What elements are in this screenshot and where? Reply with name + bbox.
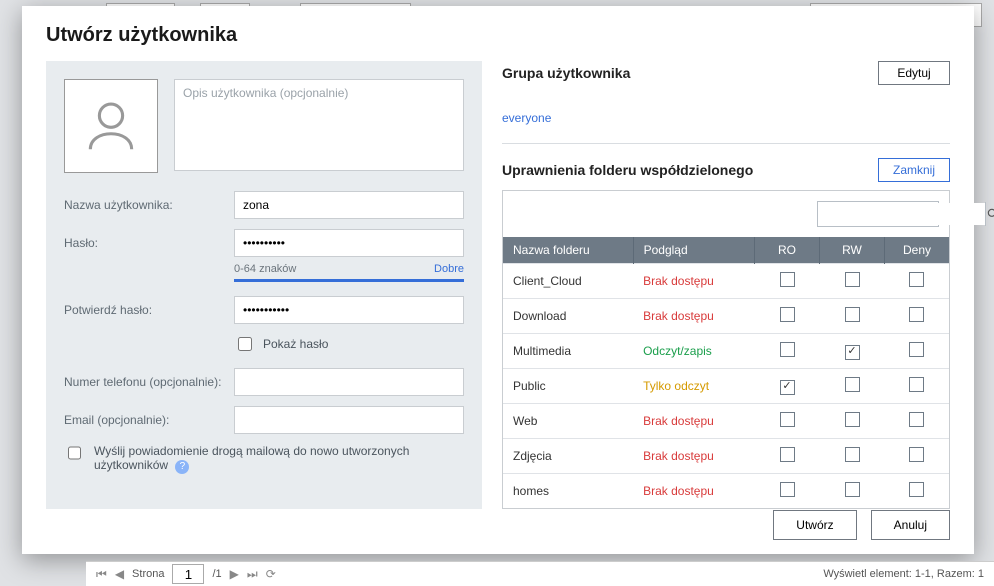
user-form-panel: Opis użytkownika (opcjonalnie) Nazwa uży… <box>46 61 482 509</box>
user-icon <box>80 95 142 157</box>
ro-checkbox[interactable] <box>780 412 795 427</box>
deny-checkbox[interactable] <box>909 412 924 427</box>
deny-checkbox[interactable] <box>909 307 924 322</box>
email-label: Email (opcjonalnie): <box>64 413 234 427</box>
folder-name: Download <box>503 299 633 334</box>
show-password-input[interactable] <box>238 337 252 351</box>
username-input[interactable] <box>234 191 464 219</box>
table-row: DownloadBrak dostępu <box>503 299 949 334</box>
folder-name: Client_Cloud <box>503 264 633 299</box>
phone-label: Numer telefonu (opcjonalnie): <box>64 375 234 389</box>
refresh-icon[interactable]: ⟳ <box>266 567 276 581</box>
deny-checkbox[interactable] <box>909 342 924 357</box>
th-rw[interactable]: RW <box>820 237 885 264</box>
th-deny[interactable]: Deny <box>885 237 950 264</box>
last-page-icon[interactable]: ⏭ <box>247 567 258 582</box>
password-input[interactable] <box>234 229 464 257</box>
create-button[interactable]: Utwórz <box>773 510 856 540</box>
edit-group-button[interactable]: Edytuj <box>878 61 950 85</box>
folder-name: homes <box>503 474 633 509</box>
table-row: WebBrak dostępu <box>503 404 949 439</box>
rw-checkbox[interactable] <box>845 447 860 462</box>
deny-checkbox[interactable] <box>909 447 924 462</box>
deny-checkbox[interactable] <box>909 377 924 392</box>
table-row: homesBrak dostępu <box>503 474 949 509</box>
close-perm-button[interactable]: Zamknij <box>878 158 950 182</box>
description-textarea[interactable]: Opis użytkownika (opcjonalnie) <box>174 79 464 171</box>
avatar-placeholder[interactable] <box>64 79 158 173</box>
rw-checkbox[interactable] <box>845 377 860 392</box>
ro-checkbox[interactable] <box>780 307 795 322</box>
footer-status: Wyświetl element: 1-1, Razem: 1 <box>823 568 984 580</box>
ro-checkbox[interactable] <box>780 272 795 287</box>
perm-status: Brak dostępu <box>633 264 754 299</box>
send-mail-label: Wyślij powiadomienie drogą mailową do no… <box>94 444 464 474</box>
divider <box>502 143 950 144</box>
table-row: Client_CloudBrak dostępu <box>503 264 949 299</box>
user-group-heading: Grupa użytkownika <box>502 65 630 81</box>
rw-checkbox[interactable] <box>845 307 860 322</box>
show-password-checkbox[interactable]: Pokaż hasło <box>234 334 464 354</box>
folder-name: Web <box>503 404 633 439</box>
group-everyone-link[interactable]: everyone <box>502 93 950 143</box>
folder-name: Multimedia <box>503 334 633 369</box>
deny-checkbox[interactable] <box>909 272 924 287</box>
table-row: PublicTylko odczyt <box>503 369 949 404</box>
first-page-icon[interactable]: ⏮ <box>96 567 107 582</box>
password-strength: Dobre <box>434 263 464 275</box>
cancel-button[interactable]: Anuluj <box>871 510 950 540</box>
page-total: /1 <box>212 568 221 580</box>
password-strength-bar <box>234 279 464 282</box>
table-row: MultimediaOdczyt/zapis <box>503 334 949 369</box>
rw-checkbox[interactable] <box>845 412 860 427</box>
th-ro[interactable]: RO <box>755 237 820 264</box>
send-mail-checkbox[interactable] <box>68 446 81 460</box>
permissions-table-container: Nazwa folderu Podgląd RO RW Deny Client_… <box>502 190 950 509</box>
background-footer: ⏮ ◀ Strona /1 ▶ ⏭ ⟳ Wyświetl element: 1-… <box>86 561 994 586</box>
perm-search-input[interactable] <box>818 203 985 225</box>
table-row: ZdjęciaBrak dostępu <box>503 439 949 474</box>
prev-page-icon[interactable]: ◀ <box>115 567 124 581</box>
ro-checkbox[interactable] <box>780 447 795 462</box>
help-icon[interactable]: ? <box>175 460 189 474</box>
folder-name: Zdjęcia <box>503 439 633 474</box>
phone-input[interactable] <box>234 368 464 396</box>
password-hint-chars: 0-64 znaków <box>234 263 296 275</box>
perm-status: Brak dostępu <box>633 439 754 474</box>
perm-status: Odczyt/zapis <box>633 334 754 369</box>
confirm-password-input[interactable] <box>234 296 464 324</box>
password-label: Hasło: <box>64 236 234 250</box>
perm-status: Brak dostępu <box>633 299 754 334</box>
modal-title: Utwórz użytkownika <box>22 6 974 61</box>
shared-folder-perm-heading: Uprawnienia folderu współdzielonego <box>502 162 753 178</box>
perm-status: Brak dostępu <box>633 404 754 439</box>
page-input[interactable] <box>172 564 204 584</box>
rw-checkbox[interactable] <box>845 345 860 360</box>
th-preview[interactable]: Podgląd <box>633 237 754 264</box>
deny-checkbox[interactable] <box>909 482 924 497</box>
show-password-label: Pokaż hasło <box>263 337 328 351</box>
th-folder[interactable]: Nazwa folderu <box>503 237 633 264</box>
perm-status: Brak dostępu <box>633 474 754 509</box>
username-label: Nazwa użytkownika: <box>64 198 234 212</box>
permissions-table: Nazwa folderu Podgląd RO RW Deny Client_… <box>503 237 949 508</box>
ro-checkbox[interactable] <box>780 482 795 497</box>
rw-checkbox[interactable] <box>845 272 860 287</box>
email-input[interactable] <box>234 406 464 434</box>
ro-checkbox[interactable] <box>780 342 795 357</box>
ro-checkbox[interactable] <box>780 380 795 395</box>
search-icon[interactable] <box>985 202 994 226</box>
perm-status: Tylko odczyt <box>633 369 754 404</box>
page-label: Strona <box>132 568 164 580</box>
rw-checkbox[interactable] <box>845 482 860 497</box>
perm-search-field[interactable] <box>817 201 939 227</box>
folder-name: Public <box>503 369 633 404</box>
next-page-icon[interactable]: ▶ <box>230 567 239 581</box>
confirm-password-label: Potwierdź hasło: <box>64 303 234 317</box>
create-user-modal: Utwórz użytkownika Opis użytkownika (opc… <box>22 6 974 554</box>
